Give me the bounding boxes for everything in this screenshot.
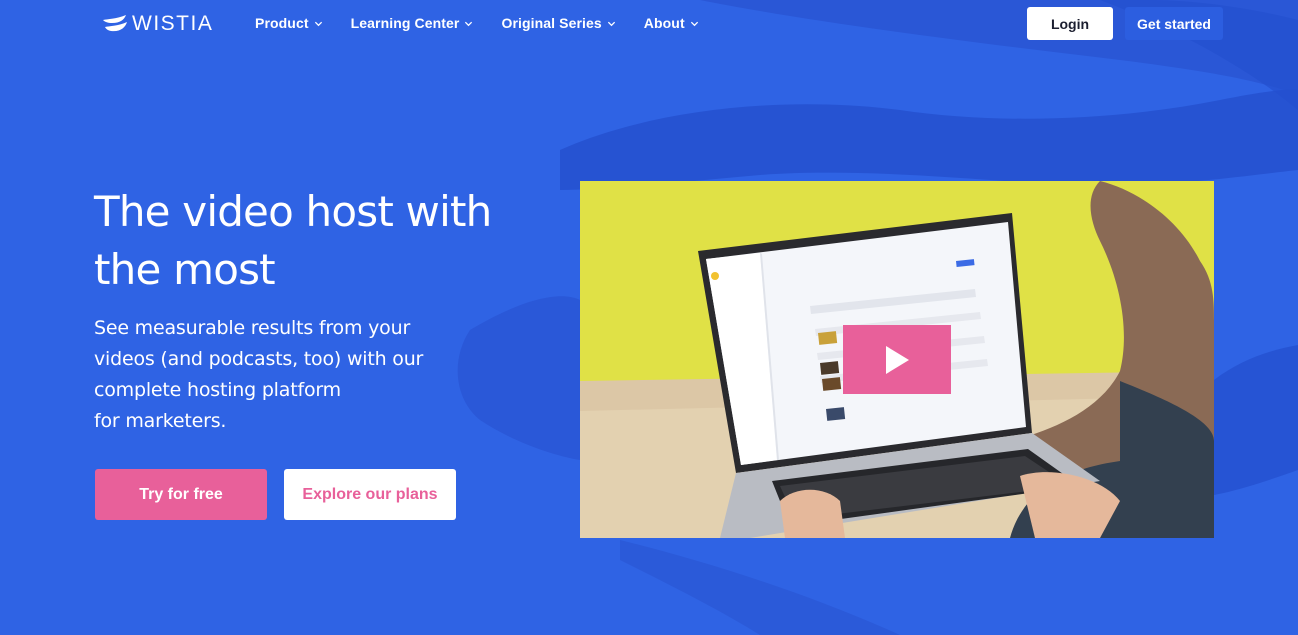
- nav-item-about[interactable]: About: [644, 15, 699, 31]
- chevron-down-icon: [465, 21, 473, 26]
- chevron-down-icon: [314, 21, 322, 26]
- try-for-free-button[interactable]: Try for free: [95, 469, 267, 520]
- nav-item-label: Product: [255, 15, 309, 31]
- nav-item-label: Learning Center: [350, 15, 460, 31]
- get-started-button[interactable]: Get started: [1125, 7, 1223, 40]
- login-button[interactable]: Login: [1027, 7, 1113, 40]
- hero-subtitle-line: complete hosting platform: [94, 379, 341, 401]
- chevron-down-icon: [690, 21, 698, 26]
- hero-title: The video host with the most: [94, 187, 492, 294]
- wistia-logo-icon: [103, 15, 127, 32]
- hero-subtitle-line: See measurable results from your: [94, 317, 411, 339]
- nav-item-learning-center[interactable]: Learning Center: [351, 15, 474, 31]
- brand-logo[interactable]: WISTIA: [102, 11, 213, 37]
- chevron-down-icon: [607, 21, 615, 26]
- hero-subtitle-line: for marketers.: [94, 410, 227, 432]
- top-navigation: WISTIA Product Learning Center Original …: [0, 0, 1298, 48]
- hero-subtitle-line: videos (and podcasts, too) with our: [94, 348, 424, 370]
- hero-video-player[interactable]: [580, 181, 1214, 538]
- nav-menu: Product Learning Center Original Series …: [255, 15, 727, 31]
- play-icon: [886, 345, 909, 374]
- explore-plans-button[interactable]: Explore our plans: [284, 469, 456, 520]
- hero-subtitle: See measurable results from your videos …: [94, 313, 464, 437]
- nav-item-label: About: [643, 15, 685, 31]
- nav-item-label: Original Series: [501, 15, 602, 31]
- nav-item-product[interactable]: Product: [255, 15, 323, 31]
- nav-item-original-series[interactable]: Original Series: [501, 15, 615, 31]
- brand-name: WISTIA: [132, 12, 214, 35]
- play-button[interactable]: [843, 325, 951, 394]
